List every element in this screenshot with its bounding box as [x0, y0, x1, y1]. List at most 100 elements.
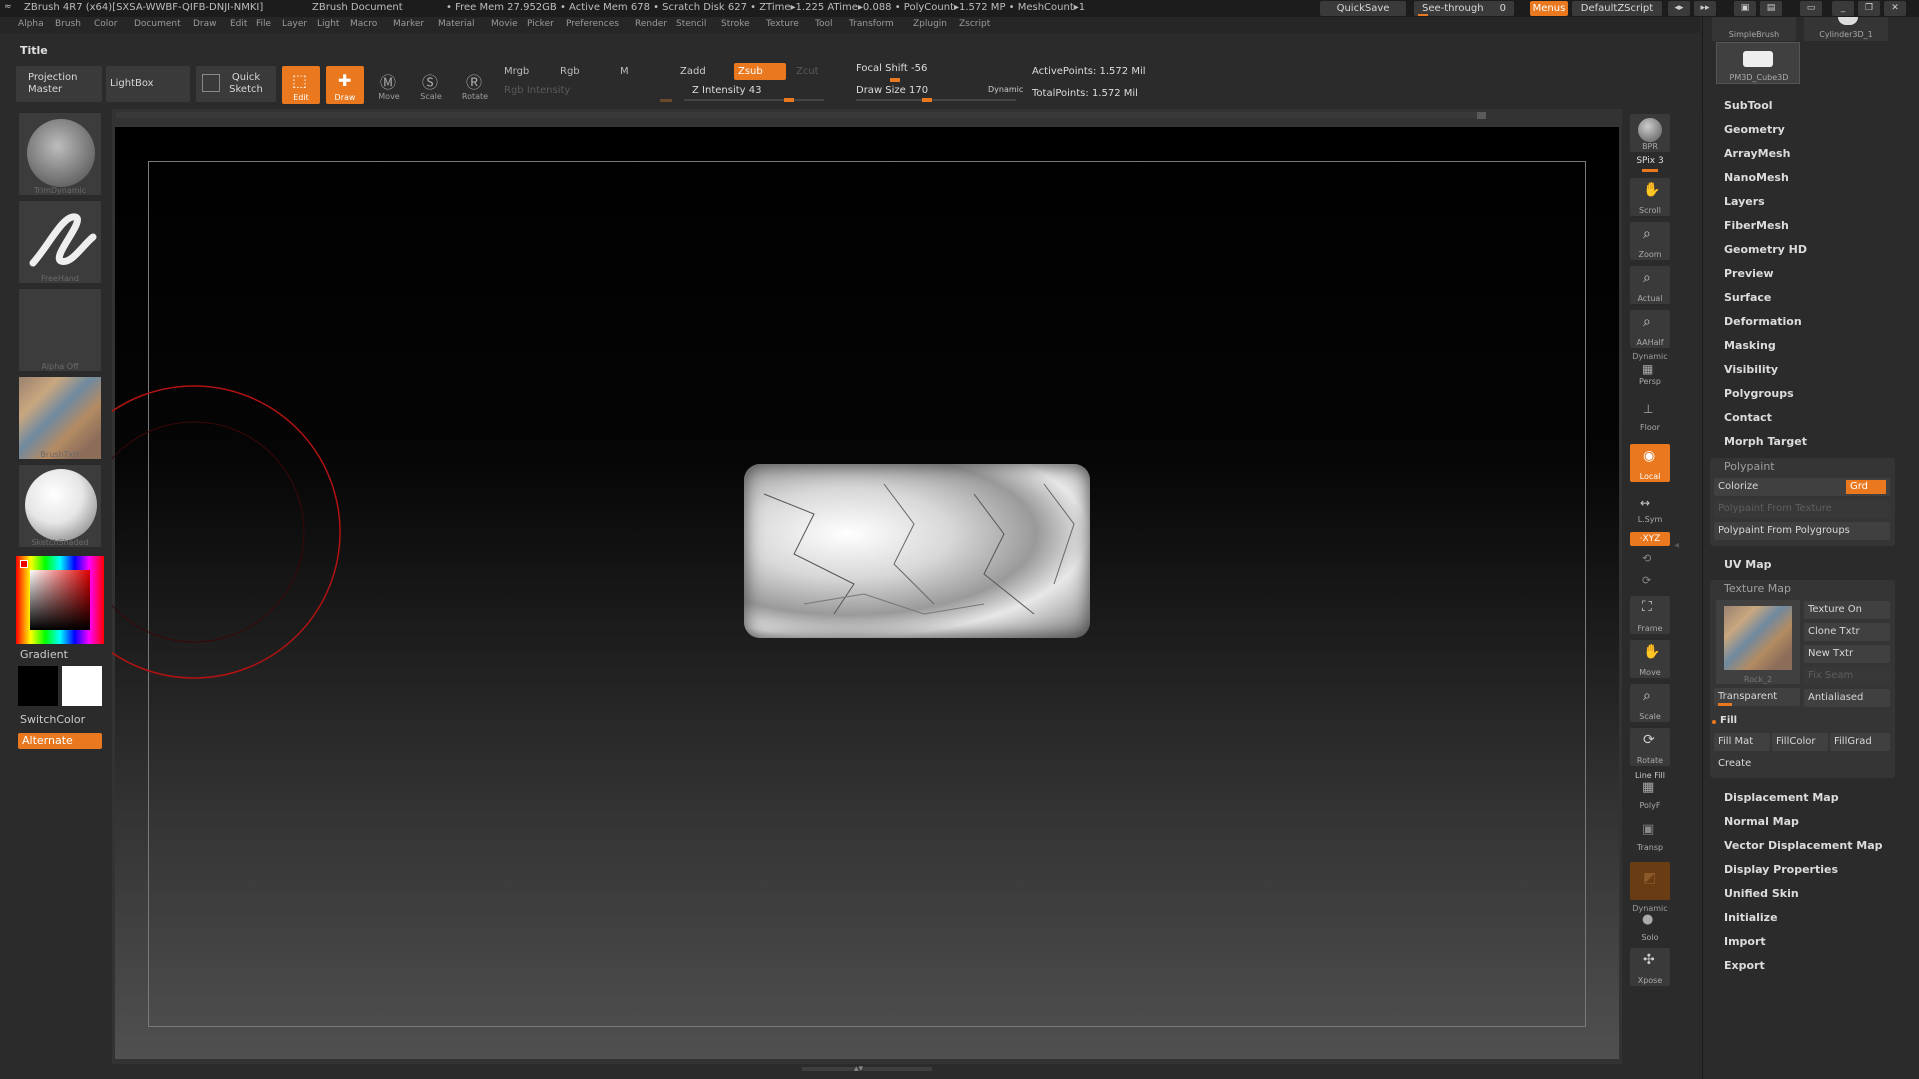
polypaint-from-polygroups-button[interactable]: Polypaint From Polygroups [1714, 522, 1890, 540]
secondary-color-swatch[interactable] [62, 666, 102, 706]
menu-light[interactable]: Light [317, 19, 339, 29]
minimize-icon[interactable]: _ [1832, 1, 1854, 16]
focal-shift-handle[interactable] [890, 78, 900, 82]
scrollbar-handle[interactable] [1477, 112, 1486, 119]
transp-button[interactable]: ▣ Transp [1630, 822, 1670, 852]
menu-render[interactable]: Render [635, 19, 667, 29]
primary-color-swatch[interactable] [18, 666, 58, 706]
actual-button[interactable]: ⌕ Actual [1630, 266, 1670, 304]
texture-map-title[interactable]: Texture Map [1724, 582, 1791, 595]
floor-button[interactable]: ⊥ Floor [1630, 398, 1670, 432]
color-picker[interactable] [16, 556, 104, 644]
masking-item[interactable]: Masking [1724, 339, 1776, 352]
draw-size-slider[interactable]: Draw Size 170 [856, 85, 928, 96]
fill-title[interactable]: Fill [1720, 715, 1737, 726]
uv-map-item[interactable]: UV Map [1724, 558, 1772, 571]
morph-target-item[interactable]: Morph Target [1724, 435, 1807, 448]
clone-txtr-button[interactable]: Clone Txtr [1804, 623, 1890, 641]
quicksave-button[interactable]: QuickSave [1320, 1, 1406, 16]
texture-thumbnail[interactable] [18, 376, 102, 460]
scale-button[interactable]: Ⓢ Scale [412, 66, 450, 104]
menu-zscript[interactable]: Zscript [959, 19, 990, 29]
lock-icon[interactable]: ▭ [1800, 1, 1822, 16]
menu-marker[interactable]: Marker [393, 19, 424, 29]
layers-item[interactable]: Layers [1724, 195, 1765, 208]
tool-simplebrush[interactable]: SimpleBrush [1712, 17, 1796, 41]
dynamic-toggle[interactable]: Dynamic [988, 85, 1023, 94]
grd-button[interactable]: Grd [1846, 480, 1886, 494]
menu-file[interactable]: File [256, 19, 271, 29]
alternate-button[interactable]: Alternate [18, 733, 102, 749]
material-thumbnail[interactable] [18, 464, 102, 548]
layout-icon[interactable]: ▣ [1734, 1, 1756, 16]
menu-stencil[interactable]: Stencil [676, 19, 706, 29]
xyz-button[interactable]: ·XYZ [1630, 532, 1670, 546]
projection-master-button[interactable]: Projection Master [16, 66, 102, 102]
close-icon[interactable]: ✕ [1884, 1, 1906, 16]
polygroups-item[interactable]: Polygroups [1724, 387, 1794, 400]
menu-movie[interactable]: Movie [491, 19, 518, 29]
focal-shift-slider[interactable]: Focal Shift -56 [856, 63, 927, 74]
deformation-item[interactable]: Deformation [1724, 315, 1802, 328]
menu-draw[interactable]: Draw [193, 19, 217, 29]
edit-button[interactable]: ⬚ Edit [282, 66, 320, 104]
menu-macro[interactable]: Macro [350, 19, 377, 29]
geometry-item[interactable]: Geometry [1724, 123, 1785, 136]
menu-edit[interactable]: Edit [230, 19, 247, 29]
unified-skin-item[interactable]: Unified Skin [1724, 887, 1799, 900]
prev-icon[interactable]: ◂▸ [1668, 1, 1690, 16]
aahalf-button[interactable]: ⌕ AAHalf [1630, 310, 1670, 348]
menus-button[interactable]: Menus [1530, 1, 1568, 16]
zcut-button[interactable]: Zcut [796, 66, 819, 77]
fill-grad-button[interactable]: FillGrad [1830, 733, 1890, 751]
z-intensity-handle[interactable] [784, 98, 794, 102]
color-marker[interactable] [20, 560, 28, 568]
colorize-toggle[interactable]: Colorize Grd [1714, 478, 1890, 496]
menu-brush[interactable]: Brush [55, 19, 81, 29]
xpose-button[interactable]: ✣ Xpose [1630, 948, 1670, 986]
rotate-button[interactable]: Ⓡ Rotate [456, 66, 494, 104]
fix-seam-button[interactable]: Fix Seam [1804, 667, 1890, 685]
subtool-item[interactable]: SubTool [1724, 99, 1773, 112]
color-square[interactable] [30, 570, 90, 630]
surface-item[interactable]: Surface [1724, 291, 1771, 304]
menu-zplugin[interactable]: Zplugin [913, 19, 947, 29]
polypaint-title[interactable]: Polypaint [1724, 460, 1775, 473]
preview-item[interactable]: Preview [1724, 267, 1774, 280]
menu-tool[interactable]: Tool [815, 19, 832, 29]
geometry-hd-item[interactable]: Geometry HD [1724, 243, 1807, 256]
draw-size-handle[interactable] [922, 98, 932, 102]
scroll-button[interactable]: ✋ Scroll [1630, 178, 1670, 216]
ghost-button[interactable]: ◩ [1630, 862, 1670, 900]
restore-icon[interactable]: ❐ [1858, 1, 1880, 16]
menu-stroke[interactable]: Stroke [721, 19, 750, 29]
lightbox-button[interactable]: LightBox [106, 66, 190, 102]
mrgb-button[interactable]: Mrgb [504, 66, 529, 77]
bottom-tray-handle[interactable] [802, 1067, 932, 1071]
solo-button[interactable]: ● Solo [1630, 912, 1670, 942]
displacement-map-item[interactable]: Displacement Map [1724, 791, 1839, 804]
local-button[interactable]: ◉ Local [1630, 444, 1670, 482]
rotate-z-icon[interactable]: ⟳ [1642, 574, 1651, 587]
polyf-button[interactable]: ▦ PolyF [1630, 780, 1670, 810]
new-txtr-button[interactable]: New Txtr [1804, 645, 1890, 663]
visibility-item[interactable]: Visibility [1724, 363, 1778, 376]
next-icon[interactable]: ▸▸ [1694, 1, 1716, 16]
spix-slider[interactable]: SPix 3 [1628, 156, 1672, 166]
create-button[interactable]: Create [1718, 758, 1751, 769]
move-button[interactable]: Ⓜ Move [370, 66, 408, 104]
frame-button[interactable]: ⛶ Frame [1630, 596, 1670, 634]
move-view-button[interactable]: ✋ Move [1630, 640, 1670, 678]
brush-thumbnail[interactable] [18, 112, 102, 196]
normal-map-item[interactable]: Normal Map [1724, 815, 1799, 828]
brick-mesh[interactable] [744, 464, 1090, 638]
palette-collapse-icon[interactable]: ◂ [1674, 540, 1679, 551]
z-intensity-slider[interactable]: Z Intensity 43 [692, 85, 761, 96]
menu-texture[interactable]: Texture [766, 19, 799, 29]
quick-sketch-button[interactable]: Quick Sketch [196, 66, 276, 102]
polypaint-from-texture-button[interactable]: Polypaint From Texture [1714, 500, 1890, 518]
fill-mat-button[interactable]: Fill Mat [1714, 733, 1770, 751]
gradient-label[interactable]: Gradient [20, 648, 68, 661]
menu-document[interactable]: Document [134, 19, 181, 29]
tray-toggle-icon[interactable]: ▴▾ [854, 1064, 863, 1074]
